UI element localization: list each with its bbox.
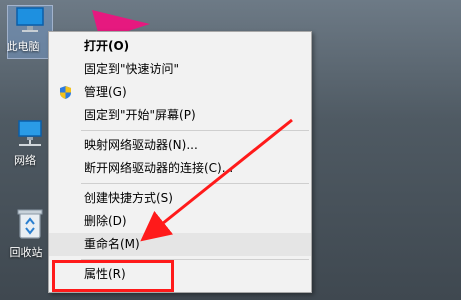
menu-item-rename[interactable]: 重命名(M) (49, 233, 311, 256)
menu-item-create-shortcut[interactable]: 创建快捷方式(S) (49, 187, 311, 210)
context-menu: 打开(O) 固定到"快速访问" 管理(G) 固定到"开始"屏幕(P) 映射网络驱… (48, 31, 312, 293)
menu-item-manage[interactable]: 管理(G) (49, 81, 311, 104)
desktop-icon-label: 回收站 (9, 246, 43, 259)
desktop-icon-label: 网络 (14, 154, 36, 167)
menu-item-pin-start[interactable]: 固定到"开始"屏幕(P) (49, 104, 311, 127)
recycle-bin-icon (17, 209, 43, 239)
desktop-icon-network[interactable]: 网络 (8, 118, 52, 170)
desktop-icon-recycle-bin[interactable]: 回收站 (8, 208, 52, 260)
desktop-icon-this-pc[interactable]: 此电脑 (6, 5, 53, 59)
menu-item-open[interactable]: 打开(O) (49, 35, 311, 58)
computer-icon (16, 7, 44, 32)
menu-item-disconnect-network-drive[interactable]: 断开网络驱动器的连接(C)... (49, 157, 311, 180)
menu-separator (81, 130, 309, 131)
menu-item-pin-quick-access[interactable]: 固定到"快速访问" (49, 58, 311, 81)
shield-icon (60, 86, 71, 99)
network-icon (18, 120, 42, 146)
menu-separator (81, 259, 309, 260)
menu-separator (81, 183, 309, 184)
menu-item-properties[interactable]: 属性(R) (49, 263, 311, 286)
menu-item-map-network-drive[interactable]: 映射网络驱动器(N)... (49, 134, 311, 157)
desktop-icon-label: 此电脑 (6, 40, 40, 53)
menu-item-delete[interactable]: 删除(D) (49, 210, 311, 233)
